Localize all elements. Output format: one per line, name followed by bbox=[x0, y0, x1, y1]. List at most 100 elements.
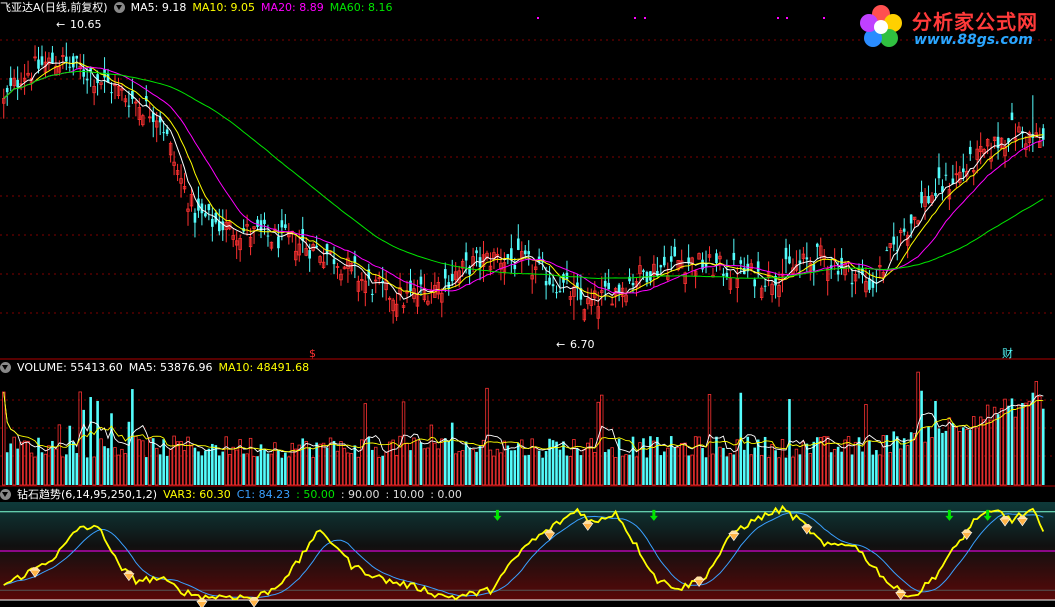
candle-body bbox=[659, 265, 663, 268]
volume-bar bbox=[464, 441, 468, 485]
volume-bar bbox=[687, 455, 690, 485]
candle-body bbox=[516, 238, 520, 250]
candle-body bbox=[464, 252, 468, 261]
candle-body bbox=[280, 220, 284, 228]
candle-body bbox=[763, 285, 767, 287]
candle-body bbox=[642, 270, 645, 272]
stock-chart-canvas[interactable]: 10.65 ← ← 6.70 $ 财 bbox=[0, 0, 1055, 607]
candle-body bbox=[82, 69, 86, 77]
ma10-value: MA10: 9.05 bbox=[192, 1, 256, 14]
volume-bar bbox=[513, 450, 517, 485]
volume-bar bbox=[165, 455, 169, 485]
candle-body bbox=[65, 56, 68, 62]
candle-body bbox=[788, 256, 791, 264]
volume-bar bbox=[450, 422, 454, 485]
site-logo[interactable]: 分析家公式网 www.88gs.com bbox=[852, 0, 1055, 58]
candle-body bbox=[37, 59, 40, 69]
candle-body bbox=[784, 247, 788, 260]
candle-body bbox=[551, 284, 555, 287]
top-dot bbox=[537, 17, 539, 19]
volume-bar bbox=[75, 453, 79, 485]
candle-body bbox=[909, 214, 913, 224]
line0-value: : 0.00 bbox=[430, 488, 462, 501]
indicator-title[interactable]: 钻石趋势(6,14,95,250,1,2) bbox=[17, 488, 157, 501]
volume-bar bbox=[284, 452, 287, 485]
volume-bar bbox=[555, 441, 558, 485]
volume-bar bbox=[996, 414, 1000, 485]
volume-bar bbox=[468, 447, 471, 485]
volume-bar bbox=[325, 447, 329, 485]
dropdown-icon[interactable] bbox=[0, 489, 11, 500]
candle-body bbox=[308, 250, 311, 259]
volume-bar bbox=[669, 436, 673, 485]
price-panel-title[interactable]: 飞亚达A(日线,前复权) bbox=[0, 1, 108, 14]
volume-bar bbox=[920, 390, 923, 485]
candle-body bbox=[840, 257, 843, 269]
volume-bar bbox=[579, 455, 583, 485]
candle-body bbox=[753, 279, 756, 287]
volume-bar bbox=[1041, 408, 1045, 485]
volume-bar bbox=[9, 443, 12, 485]
volume-bar bbox=[103, 446, 106, 485]
candle-body bbox=[812, 264, 816, 271]
dropdown-icon[interactable] bbox=[113, 2, 125, 13]
candle-body bbox=[805, 257, 809, 260]
volume-bar bbox=[516, 443, 520, 485]
volume-bar bbox=[475, 451, 478, 485]
candle-body bbox=[204, 213, 207, 217]
volume-bar bbox=[850, 454, 854, 485]
volume-bar bbox=[895, 436, 899, 485]
top-dot bbox=[634, 17, 636, 19]
candle-body bbox=[443, 269, 447, 279]
candle-body bbox=[850, 282, 854, 285]
volume-bar bbox=[85, 457, 89, 485]
high-arrow: ← bbox=[56, 18, 65, 31]
volume-bar bbox=[443, 438, 447, 485]
volume-bar bbox=[659, 455, 663, 485]
volume-bar bbox=[649, 436, 652, 485]
candle-body bbox=[16, 79, 19, 87]
volume-bar bbox=[5, 452, 9, 485]
volume-bar bbox=[968, 430, 972, 485]
volume-bar bbox=[144, 457, 148, 485]
volume-bar bbox=[1031, 392, 1035, 485]
volume-bar bbox=[242, 453, 245, 485]
candle-body bbox=[256, 219, 259, 227]
line10-value: : 10.00 bbox=[385, 488, 425, 501]
logo-title: 分析家公式网 bbox=[912, 10, 1038, 34]
volume-bar bbox=[89, 397, 92, 485]
candle-body bbox=[523, 250, 527, 255]
volume-bar bbox=[96, 400, 99, 485]
candle-body bbox=[193, 212, 197, 223]
volume-bar bbox=[562, 441, 565, 485]
candle-body bbox=[527, 251, 531, 255]
volume-bar bbox=[193, 447, 197, 485]
candle-body bbox=[315, 245, 318, 248]
volume-bar bbox=[478, 446, 482, 485]
volume-bar bbox=[861, 451, 864, 485]
dropdown-icon[interactable] bbox=[0, 362, 11, 373]
volume-bar bbox=[214, 445, 218, 485]
marker-s: $ bbox=[309, 347, 316, 360]
candle-body bbox=[607, 282, 610, 290]
candle-body bbox=[71, 56, 75, 68]
top-dot bbox=[786, 17, 788, 19]
candle-body bbox=[673, 246, 677, 257]
volume-bar bbox=[944, 430, 948, 485]
candle-body bbox=[513, 264, 517, 270]
candle-body bbox=[944, 174, 948, 176]
candle-body bbox=[631, 282, 635, 286]
candle-body bbox=[332, 259, 336, 265]
volume-bar bbox=[82, 409, 86, 485]
candle-body bbox=[892, 236, 896, 245]
volume-bar bbox=[951, 423, 955, 485]
volume-bar bbox=[774, 450, 777, 485]
volume-bar bbox=[409, 450, 412, 485]
volume-bar bbox=[308, 447, 311, 485]
volume-bar bbox=[127, 421, 131, 485]
top-dot bbox=[644, 17, 646, 19]
volume-bar bbox=[1007, 405, 1010, 485]
candle-body bbox=[1010, 112, 1014, 121]
volume-value: VOLUME: 55413.60 bbox=[17, 361, 123, 374]
volume-bar bbox=[732, 454, 736, 485]
